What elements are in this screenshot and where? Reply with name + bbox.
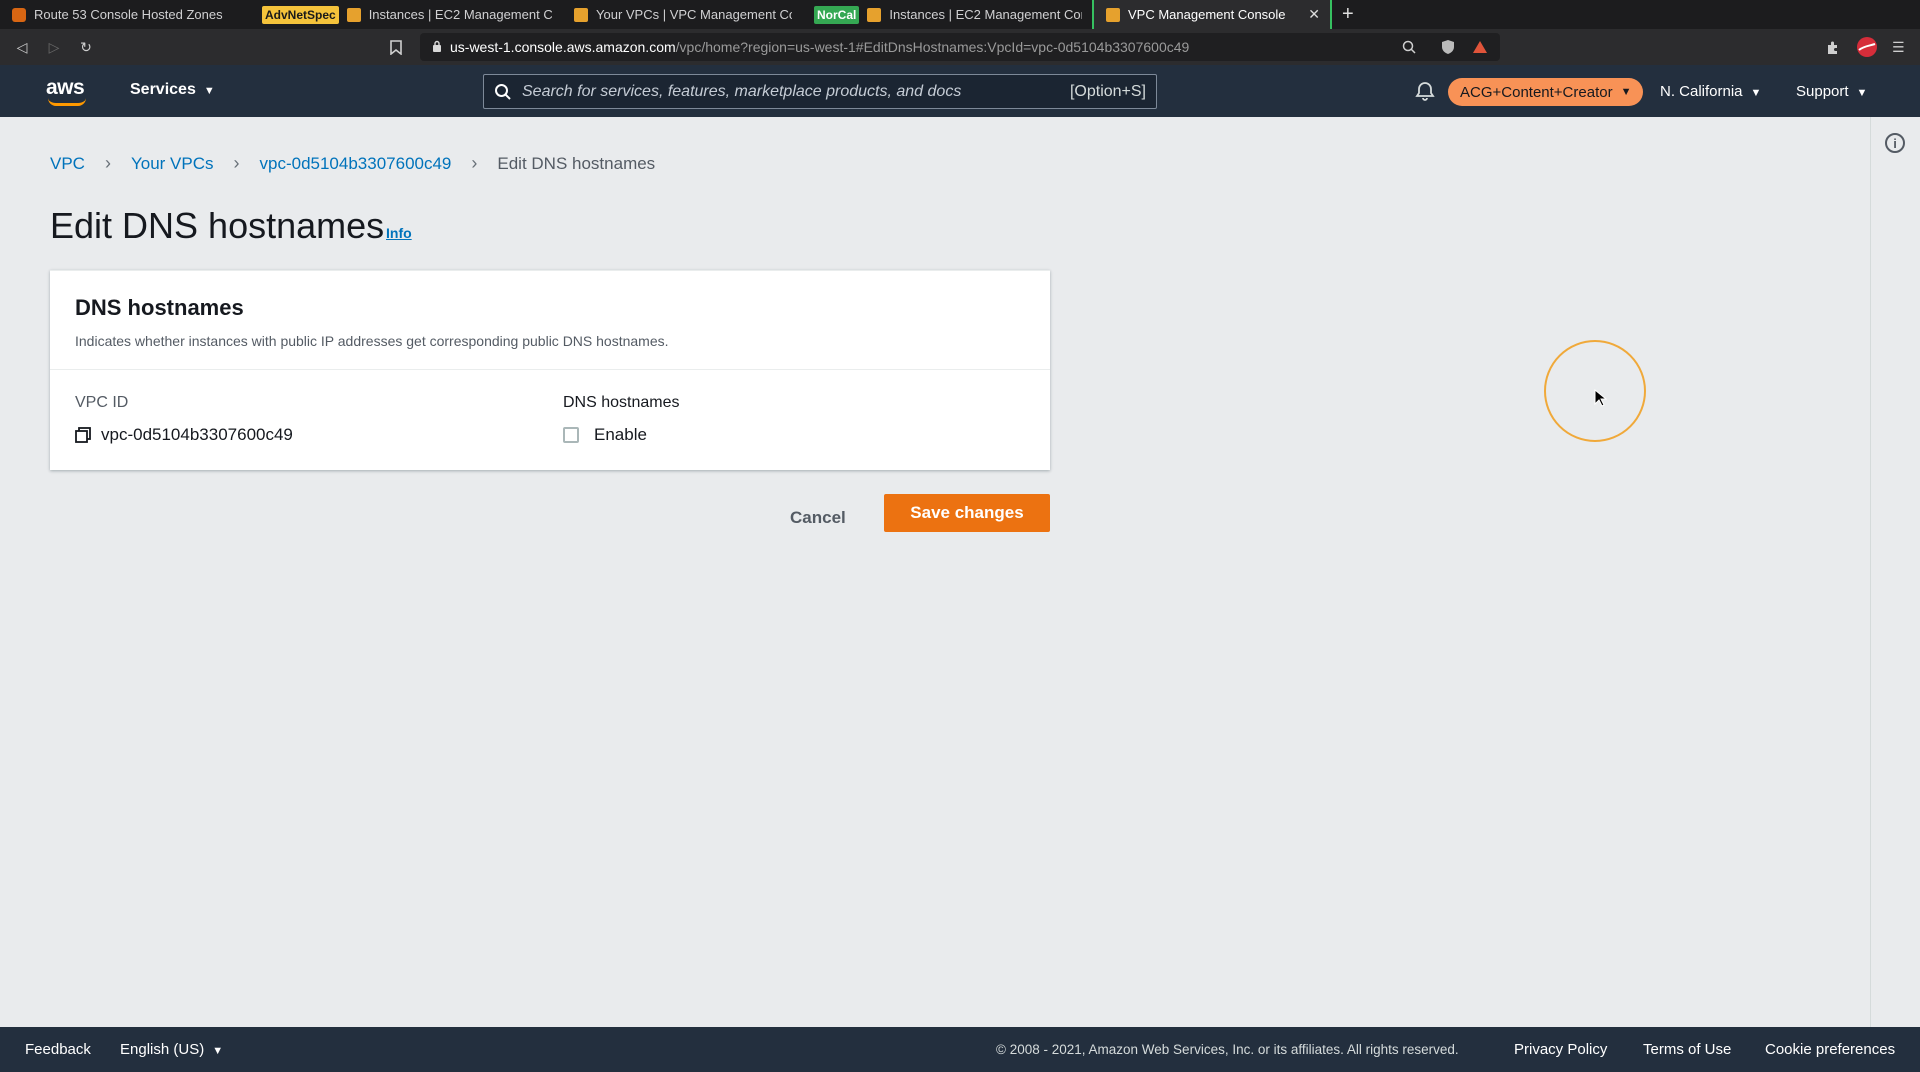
panel-header: DNS hostnames Indicates whether instance… xyxy=(50,271,1050,370)
caret-down-icon: ▼ xyxy=(1620,86,1632,98)
route53-icon xyxy=(12,7,26,22)
breadcrumb-vpc[interactable]: VPC xyxy=(50,154,85,174)
brave-shield-icon[interactable] xyxy=(1440,29,1456,65)
account-menu[interactable]: ACG+Content+Creator ▼ xyxy=(1448,78,1644,106)
extensions-icon[interactable] xyxy=(1826,29,1841,65)
menu-icon[interactable]: ☰ xyxy=(1892,29,1905,65)
info-link[interactable]: Info xyxy=(386,225,412,241)
mouse-cursor-icon xyxy=(1594,389,1608,407)
language-selector[interactable]: English (US) ▼ xyxy=(120,1041,223,1058)
brave-rewards-icon[interactable] xyxy=(1472,29,1488,65)
caret-down-icon: ▼ xyxy=(212,1045,224,1057)
aws-smile-icon xyxy=(48,98,86,106)
chevron-right-icon: › xyxy=(233,153,240,173)
aws-logo[interactable]: aws xyxy=(46,76,90,106)
search-box[interactable]: [Option+S] xyxy=(483,74,1157,109)
browser-tab-vpc-console[interactable]: VPC Management Console ✕ xyxy=(1092,0,1332,29)
language-label: English (US) xyxy=(120,1041,205,1058)
copy-icon[interactable] xyxy=(75,427,91,443)
tab-label: VPC Management Console xyxy=(1128,7,1286,22)
tab-label: Your VPCs | VPC Management Con xyxy=(596,7,792,22)
bell-icon[interactable] xyxy=(1414,80,1436,102)
vpc-id-text: vpc-0d5104b3307600c49 xyxy=(101,425,293,444)
cancel-button[interactable]: Cancel xyxy=(772,499,864,537)
vpc-id-label: VPC ID xyxy=(75,394,129,411)
chevron-right-icon: › xyxy=(471,153,478,173)
browser-address-bar: ◁ ▷ ↻ us-west-1.console.aws.amazon.com/v… xyxy=(0,29,1920,65)
close-icon[interactable]: ✕ xyxy=(1294,6,1320,23)
url-host: us-west-1.console.aws.amazon.com xyxy=(450,39,676,55)
browser-tab-route53[interactable]: Route 53 Console Hosted Zones xyxy=(0,0,250,29)
back-icon[interactable]: ◁ xyxy=(6,39,38,56)
terms-of-use-link[interactable]: Terms of Use xyxy=(1643,1041,1731,1058)
aws-box-icon xyxy=(1106,7,1120,22)
aws-logo-text: aws xyxy=(46,76,85,99)
aws-box-icon xyxy=(574,7,588,22)
enable-dns-checkbox-row[interactable]: Enable xyxy=(563,425,647,445)
caret-down-icon: ▼ xyxy=(1750,87,1762,99)
caret-down-icon: ▼ xyxy=(1856,87,1868,99)
console-footer: Feedback English (US) ▼ © 2008 - 2021, Am… xyxy=(0,1027,1920,1072)
browser-tab-ec2-norcal[interactable]: NorCal Instances | EC2 Management Cons xyxy=(802,0,1092,29)
breadcrumb-current: Edit DNS hostnames xyxy=(497,153,656,173)
chevron-right-icon: › xyxy=(104,153,111,173)
browser-tab-ec2-advnetspec[interactable]: AdvNetSpec Instances | EC2 Management Co… xyxy=(250,0,562,29)
services-menu[interactable]: Services ▼ xyxy=(130,81,215,99)
enable-dns-checkbox[interactable] xyxy=(563,427,579,443)
region-menu[interactable]: N. California ▼ xyxy=(1660,83,1761,100)
aws-box-icon xyxy=(346,7,361,22)
zoom-icon[interactable] xyxy=(1402,29,1416,65)
breadcrumb-your-vpcs[interactable]: Your VPCs xyxy=(131,154,214,174)
tab-label: Route 53 Console Hosted Zones xyxy=(34,7,223,22)
aws-box-icon xyxy=(867,7,882,22)
copyright-text: © 2008 - 2021, Amazon Web Services, Inc.… xyxy=(996,1042,1459,1057)
browser-tab-your-vpcs[interactable]: Your VPCs | VPC Management Con xyxy=(562,0,802,29)
panel-body: VPC ID vpc-0d5104b3307600c49 DNS hostnam… xyxy=(50,370,1050,470)
new-tab-icon[interactable]: + xyxy=(1332,0,1364,29)
services-label: Services xyxy=(130,81,196,98)
tab-group-tag: AdvNetSpec xyxy=(262,5,339,24)
dns-hostnames-panel: DNS hostnames Indicates whether instance… xyxy=(50,270,1050,470)
region-name: N. California xyxy=(1660,83,1743,100)
vpc-id-value: vpc-0d5104b3307600c49 xyxy=(75,425,293,445)
breadcrumb-vpc-id[interactable]: vpc-0d5104b3307600c49 xyxy=(260,154,452,174)
profile-avatar[interactable] xyxy=(1856,29,1878,65)
breadcrumb: VPC › Your VPCs › vpc-0d5104b3307600c49 … xyxy=(50,153,655,174)
feedback-link[interactable]: Feedback xyxy=(25,1041,91,1058)
main-content: VPC › Your VPCs › vpc-0d5104b3307600c49 … xyxy=(0,117,1870,1027)
tab-group-tag: NorCal xyxy=(814,5,860,24)
account-name: ACG+Content+Creator xyxy=(1460,83,1613,101)
search-shortcut: [Option+S] xyxy=(1069,82,1146,100)
tab-label: Instances | EC2 Management Cons xyxy=(889,7,1082,22)
panel-description: Indicates whether instances with public … xyxy=(75,333,669,349)
search-input[interactable] xyxy=(522,82,1070,101)
cookie-preferences-link[interactable]: Cookie preferences xyxy=(1765,1041,1895,1058)
reload-icon[interactable]: ↻ xyxy=(70,39,102,56)
search-icon xyxy=(495,83,511,100)
aws-top-nav: aws Services ▼ [Option+S] ACG+Content+Cre… xyxy=(0,65,1920,117)
forward-icon[interactable]: ▷ xyxy=(38,39,70,56)
support-menu[interactable]: Support ▼ xyxy=(1796,83,1867,100)
url-field[interactable]: us-west-1.console.aws.amazon.com/vpc/hom… xyxy=(420,33,1500,61)
browser-tab-strip: Route 53 Console Hosted Zones AdvNetSpec… xyxy=(0,0,1920,29)
help-panel-rail: i xyxy=(1870,117,1920,1027)
save-changes-button[interactable]: Save changes xyxy=(884,494,1050,532)
dns-hostnames-label: DNS hostnames xyxy=(563,394,680,411)
caret-down-icon: ▼ xyxy=(203,85,215,97)
url-path: /vpc/home?region=us-west-1#EditDnsHostna… xyxy=(675,39,1190,55)
tab-label: Instances | EC2 Management Cons xyxy=(368,7,552,22)
page-title: Edit DNS hostnames xyxy=(50,205,385,246)
panel-title: DNS hostnames xyxy=(75,295,244,320)
bookmark-icon[interactable] xyxy=(390,29,402,65)
info-icon[interactable]: i xyxy=(1885,133,1905,153)
support-label: Support xyxy=(1796,83,1849,100)
privacy-policy-link[interactable]: Privacy Policy xyxy=(1514,1041,1607,1058)
lock-icon xyxy=(432,40,442,55)
enable-label: Enable xyxy=(594,425,647,444)
